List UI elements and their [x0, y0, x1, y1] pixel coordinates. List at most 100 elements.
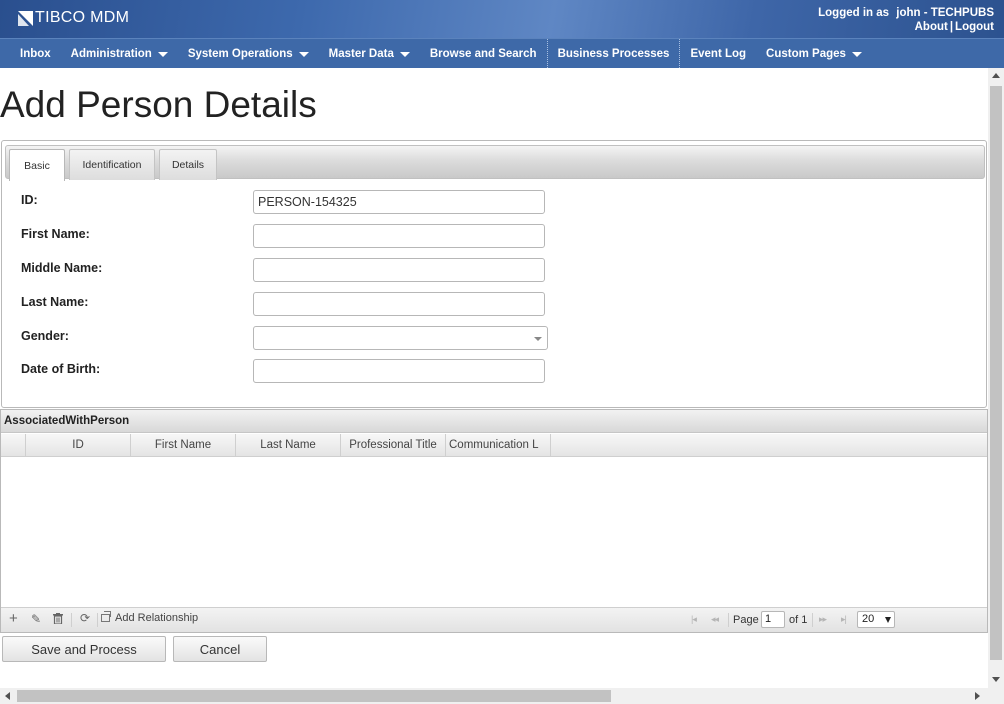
- add-icon[interactable]: +: [9, 611, 18, 626]
- chevron-down-icon: [534, 337, 542, 341]
- scroll-up-icon[interactable]: [992, 73, 1000, 78]
- page-count-label: of 1: [789, 614, 808, 626]
- nav-item-label: Custom Pages: [766, 47, 846, 60]
- nav-item-label: Master Data: [328, 47, 394, 60]
- user-info: Logged in as john - TECHPUBS About | Logou…: [818, 6, 994, 34]
- chevron-down-icon: [298, 51, 309, 57]
- chevron-down-icon: [399, 51, 410, 57]
- tab-basic[interactable]: Basic: [9, 149, 65, 181]
- tab-details[interactable]: Details: [159, 149, 217, 180]
- gender-label: Gender:: [21, 329, 69, 343]
- gender-select[interactable]: [253, 326, 548, 350]
- vertical-scroll-thumb[interactable]: [990, 86, 1002, 660]
- scroll-down-icon[interactable]: [992, 677, 1000, 682]
- logo-text: TIBCO MDM: [35, 9, 130, 26]
- tibco-logo: TIBCO MDM: [18, 9, 129, 27]
- nav-item-business-processes[interactable]: Business Processes: [546, 39, 681, 68]
- page-number-input[interactable]: 1: [761, 611, 785, 628]
- nav-item-master-data[interactable]: Master Data: [319, 39, 420, 68]
- chevron-down-icon: [885, 617, 891, 623]
- next-page-icon[interactable]: ▸▸: [819, 614, 827, 625]
- column-header-label: Professional Title: [349, 439, 437, 451]
- column-header-first-name[interactable]: First Name: [131, 434, 236, 456]
- tab-label: Basic: [24, 159, 50, 172]
- toolbar-divider: [71, 613, 72, 627]
- form-panel: Basic Identification Details ID: First N…: [1, 140, 987, 408]
- column-header-label: First Name: [154, 439, 212, 451]
- column-header-last-name[interactable]: Last Name: [236, 434, 341, 456]
- tab-strip: Basic Identification Details: [5, 145, 985, 181]
- scrollbar-corner: [988, 688, 1004, 704]
- toolbar-divider: [97, 613, 98, 627]
- last-page-icon[interactable]: ▸|: [841, 614, 847, 625]
- horizontal-scroll-thumb[interactable]: [17, 690, 611, 702]
- grid-header: ID First Name Last Name Professional Tit…: [1, 434, 987, 457]
- app-window: TIBCO MDM Logged in as john - TECHPUBS A…: [0, 0, 1004, 704]
- refresh-icon[interactable]: ⟳: [80, 611, 90, 625]
- nav-item-inbox[interactable]: Inbox: [10, 39, 61, 68]
- tab-identification[interactable]: Identification: [69, 149, 155, 180]
- nav-item-custom-pages[interactable]: Custom Pages: [756, 39, 872, 68]
- first-name-field[interactable]: [253, 224, 545, 248]
- chevron-down-icon: [851, 51, 862, 57]
- tab-label: Identification: [82, 159, 142, 171]
- page-size-value: 20: [862, 613, 875, 625]
- nav-item-label: Event Log: [690, 47, 747, 60]
- nav-item-label: Browse and Search: [429, 47, 537, 60]
- date-of-birth-field[interactable]: [253, 359, 545, 383]
- nav-item-event-log[interactable]: Event Log: [680, 39, 756, 68]
- nav-item-label: System Operations: [187, 47, 293, 60]
- scroll-right-icon[interactable]: [975, 692, 980, 700]
- last-name-field[interactable]: [253, 292, 545, 316]
- middle-name-field[interactable]: [253, 258, 545, 282]
- nav-item-label: Inbox: [20, 47, 51, 60]
- page-size-select[interactable]: 20: [857, 611, 895, 628]
- cancel-button[interactable]: Cancel: [173, 636, 267, 662]
- horizontal-scrollbar[interactable]: [0, 688, 988, 704]
- column-header-label: ID: [72, 439, 84, 451]
- tab-label: Details: [171, 159, 205, 171]
- toolbar-divider: [728, 613, 729, 627]
- edit-icon[interactable]: ✎: [31, 612, 41, 626]
- previous-page-icon[interactable]: ◂◂: [711, 614, 719, 625]
- toolbar-divider: [812, 613, 813, 627]
- column-header-id[interactable]: ID: [26, 434, 131, 456]
- about-link[interactable]: About: [915, 21, 948, 33]
- nav-item-label: Business Processes: [557, 47, 670, 60]
- column-header-select[interactable]: [1, 434, 26, 456]
- nav-item-system-operations[interactable]: System Operations: [178, 39, 319, 68]
- scroll-left-icon[interactable]: [5, 692, 10, 700]
- nav-item-label: Administration: [70, 47, 152, 60]
- column-header-professional-title[interactable]: Professional Title: [341, 434, 446, 456]
- associated-with-person-grid: AssociatedWithPerson ID First Name Last …: [0, 409, 988, 633]
- tibco-logo-icon: [18, 10, 33, 26]
- id-field[interactable]: [253, 190, 545, 214]
- first-page-icon[interactable]: |◂: [691, 614, 697, 625]
- nav-item-administration[interactable]: Administration: [61, 39, 178, 68]
- vertical-scrollbar[interactable]: [988, 68, 1004, 688]
- add-relationship-icon: [101, 611, 111, 622]
- column-header-label: Communication L: [449, 439, 539, 451]
- first-name-label: First Name:: [21, 227, 90, 241]
- save-and-process-button[interactable]: Save and Process: [2, 636, 166, 662]
- column-header-label: Last Name: [260, 439, 316, 451]
- delete-icon[interactable]: [53, 613, 63, 627]
- add-relationship-label: Add Relationship: [115, 612, 199, 624]
- grid-title: AssociatedWithPerson: [1, 410, 987, 433]
- username: john - TECHPUBS: [896, 7, 994, 19]
- page-title: Add Person Details: [0, 84, 317, 125]
- column-header-communication[interactable]: Communication L: [446, 434, 551, 456]
- chevron-down-icon: [157, 51, 168, 57]
- page-label: Page: [733, 614, 759, 626]
- logout-link[interactable]: Logout: [955, 21, 994, 33]
- nav-item-browse-and-search[interactable]: Browse and Search: [420, 39, 547, 68]
- link-separator: |: [949, 21, 954, 33]
- middle-name-label: Middle Name:: [21, 261, 103, 275]
- id-label: ID:: [21, 193, 38, 207]
- grid-toolbar: + ✎ ⟳ Add Relationship |◂ ◂◂ Page 1 of 1…: [1, 607, 987, 632]
- main-nav: Inbox Administration System Operations M…: [0, 38, 1004, 68]
- app-header: TIBCO MDM Logged in as john - TECHPUBS A…: [0, 0, 1004, 38]
- dob-label: Date of Birth:: [21, 362, 101, 376]
- logged-in-label: Logged in as: [818, 7, 890, 19]
- add-relationship-button[interactable]: Add Relationship: [101, 611, 199, 624]
